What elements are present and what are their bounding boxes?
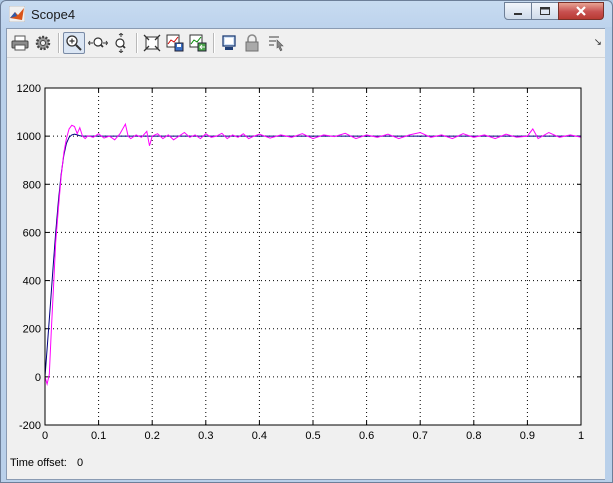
toolbar-separator	[213, 33, 215, 53]
y-tick-label: -200	[19, 420, 41, 432]
toolbar: ↘	[7, 29, 608, 58]
toolbar-separator	[58, 33, 60, 53]
y-tick-label: 600	[23, 227, 41, 239]
x-tick-label: 0	[42, 430, 48, 442]
y-tick-label: 1200	[17, 83, 41, 95]
maximize-button[interactable]	[531, 2, 559, 20]
scope-plot: 0 0.1 0.2 0.3 0.4 0.5 0.6 0.7 0.8 0.9 1-2000200400…	[17, 83, 585, 442]
floating-scope-button[interactable]	[218, 32, 240, 54]
toolbar-separator	[136, 33, 138, 53]
save-axes-icon	[166, 34, 184, 52]
parameters-button[interactable]	[32, 32, 54, 54]
time-offset-label: Time offset:	[10, 457, 67, 469]
zoom-x-icon	[88, 37, 108, 48]
lock-button[interactable]	[241, 32, 263, 54]
autoscale-button[interactable]	[141, 32, 163, 54]
y-tick-label: 0	[35, 372, 41, 384]
maximize-icon	[540, 7, 550, 15]
autoscale-icon	[143, 34, 161, 52]
x-tick-label: 0.4	[252, 430, 267, 442]
print-icon	[11, 35, 29, 51]
zoom-in-icon	[66, 35, 82, 51]
y-tick-label: 800	[23, 179, 41, 191]
save-axes-button[interactable]	[164, 32, 186, 54]
signal-selection-button[interactable]	[265, 32, 287, 54]
y-tick-label: 400	[23, 276, 41, 288]
x-tick-label: 0.7	[413, 430, 428, 442]
y-tick-label: 200	[23, 324, 41, 336]
x-tick-label: 0.5	[305, 430, 320, 442]
dock-icon[interactable]: ↘	[594, 37, 602, 48]
close-button[interactable]	[558, 2, 604, 20]
scope-window: Scope4 ↘ 0 0.1 0.2 0.3 0.4 0.5 0.6 0.7 0…	[0, 0, 613, 483]
minimize-button[interactable]	[504, 2, 532, 20]
zoom-x-button[interactable]	[87, 32, 109, 54]
x-tick-label: 0.3	[198, 430, 213, 442]
x-tick-label: 0.6	[359, 430, 374, 442]
x-tick-label: 0.9	[520, 430, 535, 442]
signal-selection-icon	[269, 36, 284, 52]
zoom-y-icon	[115, 33, 126, 53]
minimize-icon	[514, 13, 522, 15]
floating-scope-icon	[222, 35, 236, 50]
restore-axes-icon	[189, 34, 207, 52]
restore-axes-button[interactable]	[187, 32, 209, 54]
window-edge	[605, 27, 612, 482]
zoom-in-button[interactable]	[63, 32, 85, 54]
parameters-icon	[35, 35, 51, 51]
x-tick-label: 0.2	[145, 430, 160, 442]
x-tick-label: 0.8	[466, 430, 481, 442]
window-title: Scope4	[31, 7, 76, 22]
close-icon	[576, 6, 586, 16]
time-offset-value: 0	[77, 457, 84, 469]
x-tick-label: 1	[578, 430, 584, 442]
scope-client-area: ↘ 0 0.1 0.2 0.3 0.4 0.5 0.6 0.7 0.8 0.9 1 -200 0 200 4…	[6, 28, 609, 480]
x-tick-label: 0.1	[91, 430, 106, 442]
title-bar[interactable]: Scope4	[1, 1, 612, 27]
y-tick-label: 1000	[17, 131, 41, 143]
zoom-y-button[interactable]	[110, 32, 132, 54]
matlab-logo-icon	[9, 6, 25, 22]
print-button[interactable]	[9, 32, 31, 54]
lock-icon	[245, 34, 259, 52]
